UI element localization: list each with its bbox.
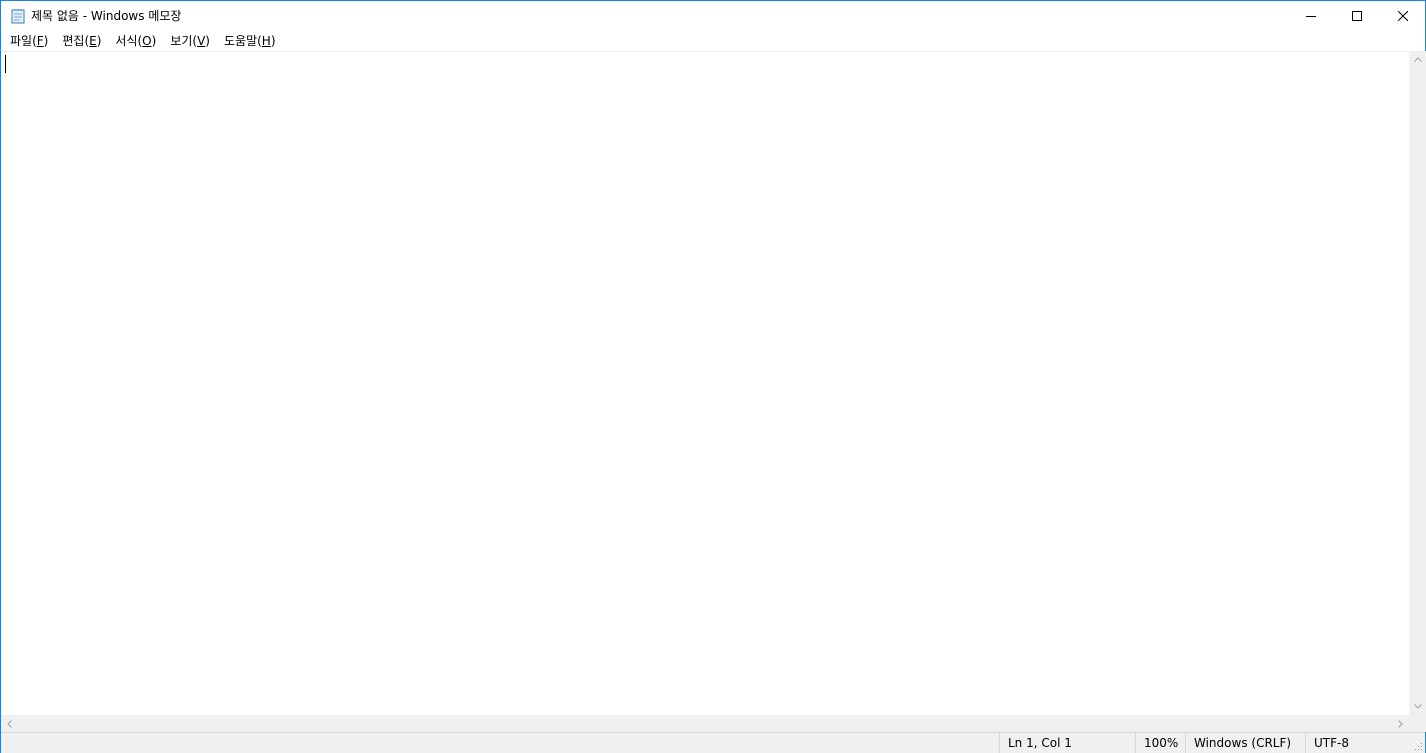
scroll-right-button[interactable]	[1392, 715, 1409, 732]
scroll-left-button[interactable]	[1, 715, 18, 732]
notepad-window: 제목 없음 - Windows 메모장 파일(F) 편집(E) 서식(O) 보기…	[0, 0, 1426, 753]
scroll-up-button[interactable]	[1409, 51, 1426, 68]
chevron-up-icon	[1413, 57, 1422, 62]
status-bar: Ln 1, Col 1 100% Windows (CRLF) UTF-8	[1, 732, 1425, 753]
scroll-corner	[1409, 715, 1426, 732]
notepad-icon[interactable]	[10, 8, 26, 24]
text-editor[interactable]	[1, 51, 1409, 715]
status-line-ending: Windows (CRLF)	[1185, 733, 1305, 753]
chevron-down-icon	[1413, 704, 1422, 709]
close-icon	[1398, 11, 1408, 21]
menu-help[interactable]: 도움말(H)	[217, 31, 283, 51]
resize-grip-icon[interactable]	[1413, 741, 1423, 751]
window-title: 제목 없음 - Windows 메모장	[31, 9, 182, 23]
horizontal-scrollbar[interactable]	[1, 715, 1409, 732]
menu-format[interactable]: 서식(O)	[108, 31, 163, 51]
minimize-button[interactable]	[1288, 1, 1334, 31]
menu-view[interactable]: 보기(V)	[163, 31, 217, 51]
status-cursor-position: Ln 1, Col 1	[999, 733, 1135, 753]
vertical-scrollbar[interactable]	[1409, 51, 1426, 715]
menu-bar: 파일(F) 편집(E) 서식(O) 보기(V) 도움말(H)	[1, 31, 1425, 51]
close-button[interactable]	[1380, 1, 1426, 31]
maximize-icon	[1352, 11, 1362, 21]
text-caret	[5, 55, 6, 73]
status-zoom: 100%	[1135, 733, 1185, 753]
title-bar[interactable]: 제목 없음 - Windows 메모장	[1, 1, 1425, 31]
minimize-icon	[1306, 16, 1316, 17]
chevron-right-icon	[1398, 719, 1403, 728]
status-encoding: UTF-8	[1305, 733, 1425, 753]
menu-file[interactable]: 파일(F)	[3, 31, 55, 51]
chevron-left-icon	[7, 719, 12, 728]
maximize-button[interactable]	[1334, 1, 1380, 31]
menu-edit[interactable]: 편집(E)	[55, 31, 108, 51]
scroll-down-button[interactable]	[1409, 698, 1426, 715]
